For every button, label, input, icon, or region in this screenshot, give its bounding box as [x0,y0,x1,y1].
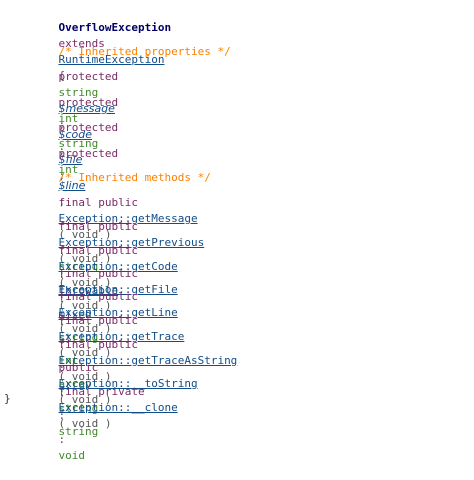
method-row: final public Exception::getCode ( void )… [32,227,178,321]
property-row: protected int $code ; [32,79,119,157]
property-row: protected int $line ; [32,130,119,208]
method-row: final public Exception::getTraceAsString… [32,321,238,415]
method-name-link[interactable]: Exception::__clone [59,401,178,414]
close-brace: } [4,392,11,405]
return-type: void [58,449,86,462]
property-row: protected string $file ; [32,104,119,182]
method-row: final public Exception::getFile ( void )… [32,250,178,344]
method-row: public Exception::__toString ( void ) : … [32,344,198,438]
methods-comment: /* Inherited methods */ [32,154,211,184]
class-synopsis: OverflowException extends RuntimeExcepti… [0,0,474,462]
method-params: ( void ) [58,417,112,430]
class-header: OverflowException extends RuntimeExcepti… [32,4,172,82]
method-modifiers: final private [58,385,145,398]
property-row: protected string $message ; [32,53,119,131]
method-row: final public Exception::getMessage ( voi… [32,179,198,273]
colon: : [58,433,66,446]
method-row: final public Exception::getLine ( void )… [32,273,178,367]
properties-comment: /* Inherited properties */ [32,28,231,58]
method-row: final private Exception::__clone ( void … [32,368,178,462]
method-row: final public Exception::getTrace ( void … [32,297,185,391]
method-row: final public Exception::getPrevious ( vo… [32,203,205,297]
